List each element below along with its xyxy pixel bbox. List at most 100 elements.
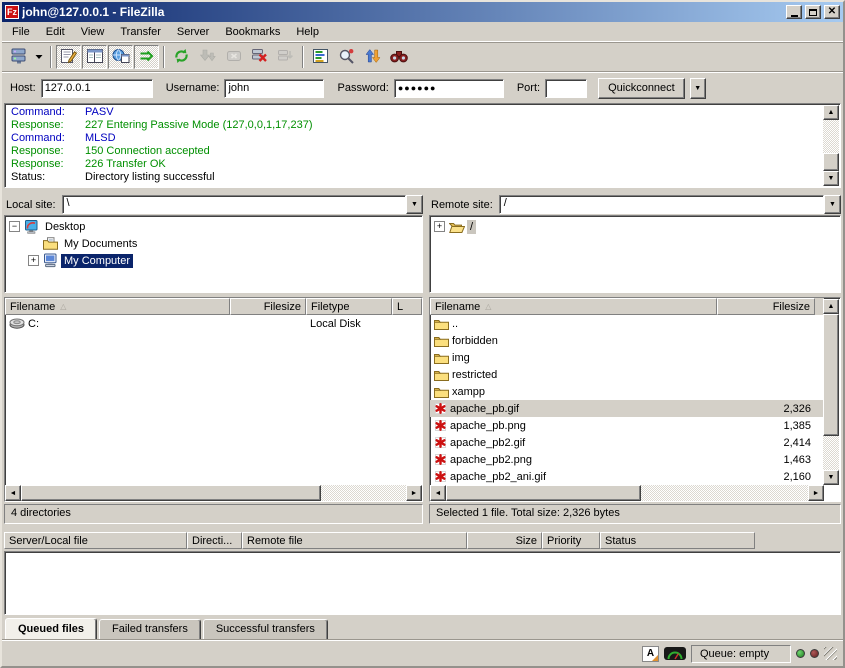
column-header-remote-file[interactable]: Remote file [242,532,467,549]
reconnect-button[interactable] [273,45,298,69]
close-button[interactable]: ✕ [824,5,840,19]
log-line-text: 150 Connection accepted [85,145,210,158]
scroll-down-icon[interactable]: ▼ [823,470,839,485]
log-scrollbar[interactable]: ▲ ▼ [823,105,839,186]
resize-grip[interactable] [824,647,837,660]
local-site-dropdown[interactable]: ▼ [406,195,423,214]
remote-vscrollbar[interactable]: ▲ ▼ [823,299,839,485]
column-header-filename[interactable]: Filename△ [430,298,717,315]
scroll-up-icon[interactable]: ▲ [823,105,839,120]
log-scroll-track[interactable] [823,120,839,153]
local-hscroll-track[interactable] [321,485,406,501]
file-row-apache-pb2-gif[interactable]: apache_pb2.gif2,414 [430,434,824,451]
process-queue-button[interactable] [195,45,220,69]
toggle-local-tree-button[interactable] [82,45,107,69]
file-row-apache-pb-png[interactable]: apache_pb.png1,385 [430,417,824,434]
site-manager-dropdown-button[interactable] [32,45,46,69]
local-site-value[interactable]: \ [62,195,406,214]
quickconnect-button[interactable]: Quickconnect [598,78,685,99]
remote-vscroll-track[interactable] [823,436,839,470]
scroll-up-icon[interactable]: ▲ [823,299,839,314]
local-site-bar: Local site: \ ▼ [4,194,423,215]
column-header-l[interactable]: L [392,298,422,315]
toggle-queue-button[interactable] [134,45,159,69]
menu-transfer[interactable]: Transfer [112,23,169,41]
collapse-icon[interactable]: − [9,221,20,232]
tree-item-desktop[interactable]: −Desktop [7,218,420,235]
menu-server[interactable]: Server [169,23,217,41]
toggle-remote-tree-button[interactable] [108,45,133,69]
menu-view[interactable]: View [73,23,113,41]
quickconnect-dropdown-button[interactable]: ▼ [690,78,706,99]
menu-edit[interactable]: Edit [38,23,73,41]
local-hscroll-thumb[interactable] [21,485,321,501]
disconnect-button[interactable] [247,45,272,69]
local-site-combo[interactable]: \ ▼ [62,195,423,214]
remote-site-combo[interactable]: / ▼ [499,195,841,214]
port-input[interactable] [545,79,587,98]
tree-item-my-computer[interactable]: +My Computer [7,252,420,269]
speed-limit-icon[interactable] [664,647,686,660]
remote-vscroll-thumb[interactable] [823,314,839,436]
scroll-left-icon[interactable]: ◄ [5,485,21,501]
remote-hscroll-track[interactable] [641,485,808,501]
remote-site-value[interactable]: / [499,195,824,214]
column-header-filesize[interactable]: Filesize [717,298,815,315]
menu-file[interactable]: File [4,23,38,41]
scroll-down-icon[interactable]: ▼ [823,171,839,186]
panes-queue-splitter[interactable] [2,524,843,532]
file-row-forbidden[interactable]: forbidden [430,332,824,349]
scroll-left-icon[interactable]: ◄ [430,485,446,501]
scroll-right-icon[interactable]: ► [808,485,824,501]
menu-bookmarks[interactable]: Bookmarks [217,23,288,41]
tab-successful-transfers[interactable]: Successful transfers [203,619,328,640]
file-row-c-[interactable]: C:Local Disk [5,315,422,332]
host-input[interactable] [41,79,153,98]
column-header-status[interactable]: Status [600,532,755,549]
site-manager-button[interactable] [6,45,31,69]
column-header-priority[interactable]: Priority [542,532,600,549]
file-row-apache-pb2-png[interactable]: apache_pb2.png1,463 [430,451,824,468]
log-scroll-thumb[interactable] [823,153,839,171]
tab-failed-transfers[interactable]: Failed transfers [99,619,201,640]
minimize-button[interactable] [786,5,802,19]
expand-icon[interactable]: + [434,221,445,232]
refresh-button[interactable] [169,45,194,69]
tab-queued-files[interactable]: Queued files [5,618,97,640]
find-button[interactable] [386,45,411,69]
remote-pane: Remote site: / ▼ +/ Filename△Filesize ..… [429,194,841,524]
data-type-indicator-icon[interactable]: A [642,646,659,662]
scroll-right-icon[interactable]: ► [406,485,422,501]
file-row-xampp[interactable]: xampp [430,383,824,400]
file-row-img[interactable]: img [430,349,824,366]
filter-button[interactable] [308,45,333,69]
tree-item-my-documents[interactable]: My Documents [7,235,420,252]
file-row--[interactable]: .. [430,315,824,332]
file-row-apache-pb-gif[interactable]: apache_pb.gif2,326 [430,400,824,417]
local-hscrollbar[interactable]: ◄ ► [5,485,422,501]
maximize-button[interactable] [805,5,821,19]
remote-hscroll-thumb[interactable] [446,485,641,501]
sync-browse-button[interactable] [360,45,385,69]
file-row-apache-pb2-ani-gif[interactable]: apache_pb2_ani.gif2,160 [430,468,824,485]
column-header-server-local-file[interactable]: Server/Local file [4,532,187,549]
expand-icon[interactable]: + [28,255,39,266]
column-header-filename[interactable]: Filename△ [5,298,230,315]
username-label: Username: [166,82,220,94]
column-header-filetype[interactable]: Filetype [306,298,392,315]
file-row-restricted[interactable]: restricted [430,366,824,383]
column-header-size[interactable]: Size [467,532,542,549]
menu-help[interactable]: Help [288,23,327,41]
column-header-filesize[interactable]: Filesize [230,298,306,315]
password-input[interactable] [394,79,504,98]
compare-button[interactable] [334,45,359,69]
username-input[interactable] [224,79,324,98]
file-cell-text: apache_pb2_ani.gif [450,471,546,483]
cancel-button[interactable] [221,45,246,69]
remote-hscrollbar[interactable]: ◄ ► [430,485,824,501]
toggle-message-log-button[interactable] [56,45,81,69]
menu-bar: FileEditViewTransferServerBookmarksHelp [2,22,843,42]
tree-item--[interactable]: +/ [432,218,838,235]
column-header-directi-[interactable]: Directi... [187,532,242,549]
remote-site-dropdown[interactable]: ▼ [824,195,841,214]
